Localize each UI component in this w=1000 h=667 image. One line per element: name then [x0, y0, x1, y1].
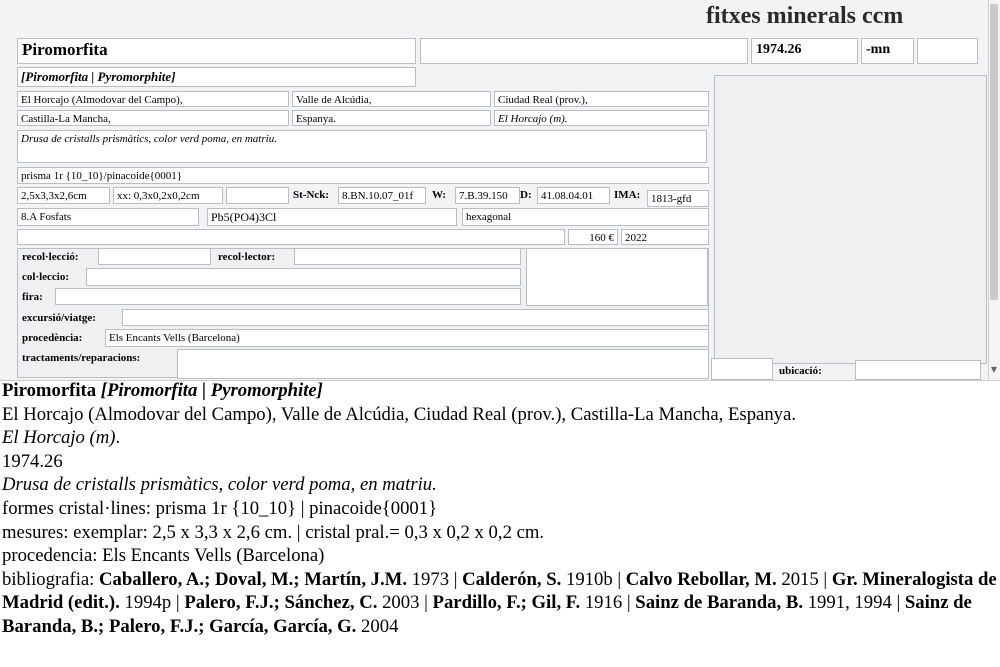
locality-field-3[interactable]: Ciudad Real (prov.), [494, 91, 709, 107]
ubicacio-code-field[interactable] [711, 358, 773, 380]
w-field[interactable]: 7.B.39.150 [455, 187, 520, 204]
bibliography-authors: Calvo Rebollar, M. [625, 568, 777, 590]
procedencia-field[interactable]: Els Encants Vells (Barcelona) [105, 329, 709, 347]
locality-field-1[interactable]: El Horcajo (Almodovar del Campo), [17, 91, 289, 107]
bibliography-authors: Pardillo, F.; Gil, F. [432, 592, 581, 614]
fira-label: fira: [22, 291, 43, 303]
bibliography-separator: | [818, 568, 832, 590]
ubicacio-label: ubicació: [779, 365, 822, 377]
record-summary: Piromorfita [Piromorfita | Pyromorphite]… [2, 379, 998, 639]
w-label: W: [432, 189, 447, 201]
tractaments-field[interactable] [177, 349, 709, 379]
summary-number: 1974.26 [2, 450, 63, 472]
summary-bibliography: bibliografia: Caballero, A.; Doval, M.; … [2, 568, 998, 639]
tractaments-label: tractaments/reparacions: [22, 352, 141, 364]
app-title: fitxes minerals ccm [706, 3, 904, 29]
description-field[interactable]: Drusa de cristalls prismàtics, color ver… [17, 130, 707, 163]
record-form: fitxes minerals ccm Piromorfita 1974.26 … [0, 0, 1000, 381]
class-field[interactable]: 8.A Fosfats [17, 208, 199, 226]
notes-box[interactable] [526, 248, 708, 306]
procedencia-label: procedència: [22, 332, 83, 344]
scrollbar-thumb[interactable] [990, 4, 998, 300]
locality-field-6[interactable]: El Horcajo (m). [494, 110, 709, 126]
formula-field[interactable]: Pb5(PO4)3Cl [207, 208, 457, 226]
mineral-name-field[interactable]: Piromorfita [17, 38, 416, 64]
recolector-label: recol·lector: [218, 251, 276, 263]
summary-measures: mesures: exemplar: 2,5 x 3,3 x 2,6 cm. |… [2, 521, 545, 543]
bibliography-year: 1910b [561, 568, 613, 590]
bibliography-separator: | [419, 592, 433, 614]
bibliography-year: 1916 [580, 592, 623, 614]
price-row-blank-field[interactable] [17, 229, 565, 245]
bibliography-year: 2015 [776, 568, 819, 590]
bibliography-year: 1994p [119, 592, 172, 614]
d-field[interactable]: 41.08.04.01 [537, 187, 610, 204]
summary-procedencia: procedencia: Els Encants Vells (Barcelon… [2, 545, 325, 567]
locality-field-5[interactable]: Espanya. [292, 110, 491, 126]
bibliography-separator: | [622, 592, 636, 614]
locality-field-2[interactable]: Valle de Alcúdia, [292, 91, 491, 107]
bibliography-year: 2004 [356, 615, 399, 637]
bibliography-authors: Sainz de Baranda, B. [635, 592, 804, 614]
summary-locality-short: El Horcajo (m) [2, 427, 116, 449]
bibliography-authors: Palero, F.J.; Sánchez, C. [184, 592, 378, 614]
bibliography-separator: | [171, 592, 185, 614]
recoleccio-field[interactable] [98, 248, 211, 265]
ima-field[interactable]: 1813-gfd [647, 190, 709, 207]
summary-forms: formes cristal·lines: prisma 1r {10_10} … [2, 497, 438, 519]
summary-period: . [115, 427, 121, 449]
summary-description: Drusa de cristalls prismàtics, color ver… [2, 474, 437, 496]
ubicacio-field[interactable] [855, 360, 981, 380]
catalog-number-field[interactable]: 1974.26 [751, 38, 858, 64]
fira-field[interactable] [55, 288, 521, 305]
scroll-down-arrow-icon[interactable]: ▼ [990, 364, 998, 376]
species-names-field[interactable]: [Piromorfita | Pyromorphite] [17, 67, 416, 87]
st-nck-field[interactable]: 8.BN.10.07_01f [338, 187, 426, 204]
d-label: D: [520, 189, 532, 201]
bibliography-year: 1991, 1994 [803, 592, 892, 614]
year-field[interactable]: 2022 [621, 229, 709, 245]
crystal-forms-field[interactable]: prisma 1r {10_10}/pinacoide{0001} [17, 167, 709, 184]
bibliography-year: 2003 [377, 592, 420, 614]
bibliography-separator: | [891, 592, 905, 614]
crystal-system-field[interactable]: hexagonal [462, 208, 709, 226]
blank-field[interactable] [420, 38, 748, 64]
colleccio-field[interactable] [86, 268, 521, 286]
size-field[interactable]: 2,5x3,3x2,6cm [17, 187, 110, 204]
recoleccio-label: recol·lecció: [22, 251, 79, 263]
bibliography-separator: | [449, 568, 463, 590]
crystal-size-field[interactable]: xx: 0,3x0,2x0,2cm [113, 187, 223, 204]
size-extra-field[interactable] [226, 187, 289, 204]
bibliography-label: bibliografia: [2, 568, 100, 590]
bibliography-separator: | [612, 568, 626, 590]
recolector-field[interactable] [294, 248, 521, 265]
excursio-label: excursió/viatge: [22, 312, 96, 324]
catalog-extra-field[interactable] [917, 38, 978, 64]
locality-field-4[interactable]: Castilla-La Mancha, [17, 110, 289, 126]
summary-locality: El Horcajo (Almodovar del Campo), Valle … [2, 403, 796, 425]
price-field[interactable]: 160 € [568, 229, 618, 245]
summary-title-line: Piromorfita [Piromorfita | Pyromorphite] [2, 379, 998, 403]
bibliography-authors: Calderón, S. [462, 568, 562, 590]
ima-label: IMA: [614, 189, 641, 201]
summary-name: Piromorfita [2, 380, 97, 401]
photo-area[interactable] [714, 75, 987, 364]
catalog-suffix-field[interactable]: -mn [861, 38, 914, 64]
st-nck-label: St-Nck: [293, 189, 330, 201]
colleccio-label: col·leccio: [22, 271, 70, 283]
summary-locality-short-line: El Horcajo (m). [2, 426, 998, 450]
bibliography-authors: Caballero, A.; Doval, M.; Martín, J.M. [99, 568, 407, 590]
summary-species-names: [Piromorfita | Pyromorphite] [100, 380, 323, 401]
bibliography-year: 1973 [407, 568, 450, 590]
excursio-field[interactable] [122, 309, 709, 326]
